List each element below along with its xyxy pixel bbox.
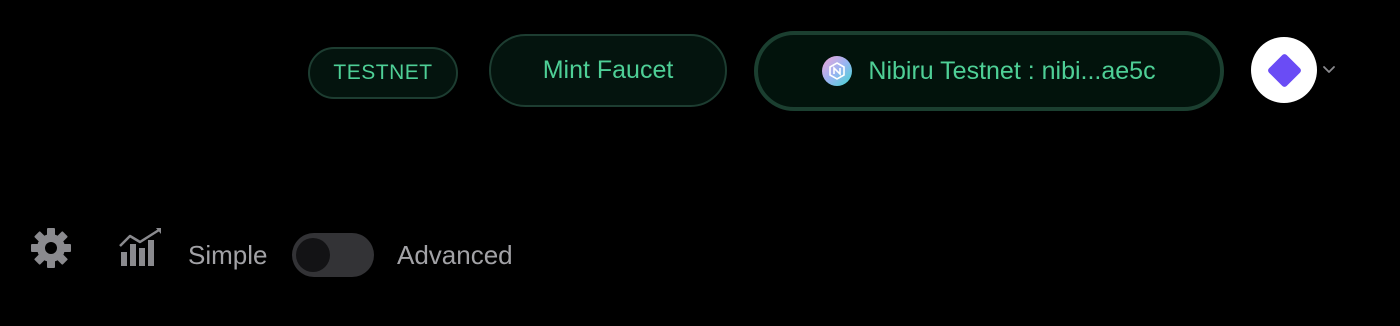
- wallet-label: Nibiru Testnet : nibi...ae5c: [868, 56, 1156, 85]
- gear-icon[interactable]: [30, 227, 72, 269]
- nibiru-logo-icon: [822, 56, 853, 86]
- chevron-down-icon[interactable]: [1320, 63, 1338, 77]
- advanced-mode-label: Advanced: [397, 240, 513, 270]
- bar-chart-icon[interactable]: [118, 226, 162, 268]
- toggle-knob[interactable]: [296, 238, 330, 272]
- avatar[interactable]: [1251, 37, 1317, 103]
- network-badge-label: TESTNET: [333, 61, 433, 84]
- mode-toggle[interactable]: [292, 233, 374, 277]
- simple-mode-label: Simple: [188, 240, 268, 270]
- wallet-connect-button[interactable]: Nibiru Testnet : nibi...ae5c: [754, 31, 1224, 111]
- page: TESTNET Mint Faucet Nibiru Testnet : nib…: [0, 0, 1400, 326]
- mint-faucet-button[interactable]: Mint Faucet: [489, 34, 727, 107]
- diamond-icon: [1266, 52, 1302, 88]
- mint-faucet-label: Mint Faucet: [542, 56, 674, 84]
- network-badge: TESTNET: [308, 47, 458, 99]
